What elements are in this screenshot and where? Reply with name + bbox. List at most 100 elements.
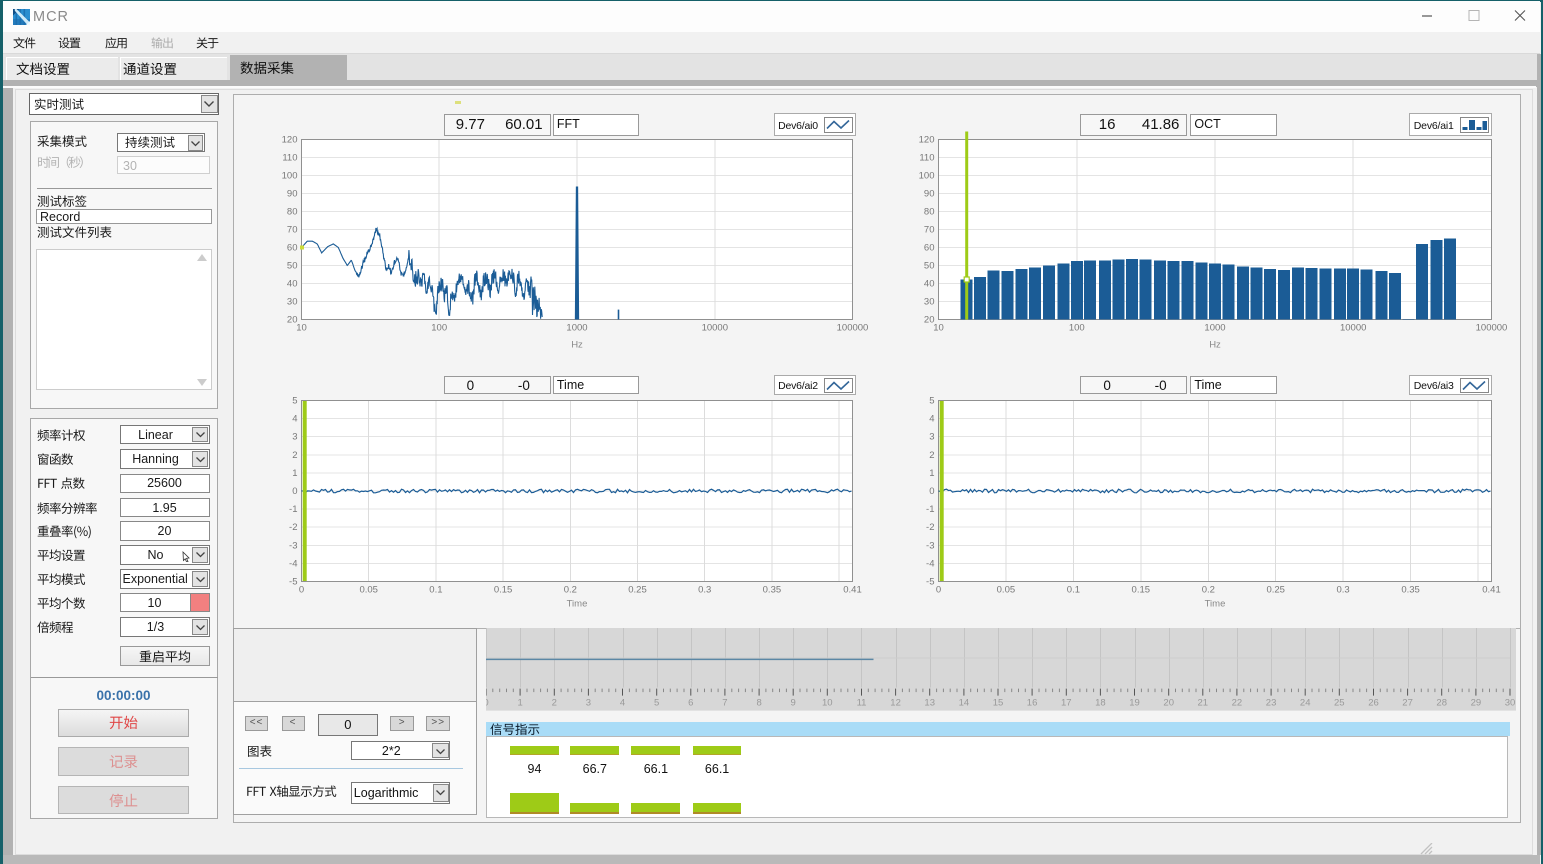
svg-text:21: 21 <box>1198 698 1209 709</box>
svg-text:0.2: 0.2 <box>1202 585 1215 596</box>
svg-text:11: 11 <box>857 698 867 709</box>
svg-text:100: 100 <box>431 323 447 334</box>
svg-text:Pa: Pa <box>271 484 274 496</box>
svg-text:5: 5 <box>654 698 659 709</box>
svg-text:Time: Time <box>1205 599 1226 610</box>
svg-text:dB: dB <box>908 224 911 236</box>
svg-text:4: 4 <box>929 414 934 425</box>
svg-text:30: 30 <box>287 297 298 308</box>
svg-text:0.2: 0.2 <box>564 585 577 596</box>
svg-text:0: 0 <box>936 585 941 596</box>
svg-text:0.41: 0.41 <box>843 585 862 596</box>
svg-text:0.35: 0.35 <box>763 585 782 596</box>
svg-text:10000: 10000 <box>1340 323 1366 334</box>
svg-text:19: 19 <box>1129 698 1140 709</box>
svg-text:-4: -4 <box>926 558 934 569</box>
svg-text:60: 60 <box>924 243 935 254</box>
svg-text:80: 80 <box>287 207 298 218</box>
svg-text:29: 29 <box>1471 698 1482 709</box>
svg-text:4: 4 <box>620 698 625 709</box>
svg-text:0.05: 0.05 <box>359 585 378 596</box>
svg-text:-1: -1 <box>926 504 934 515</box>
svg-text:16: 16 <box>1027 698 1038 709</box>
svg-text:15: 15 <box>993 698 1004 709</box>
svg-text:14: 14 <box>959 698 970 709</box>
svg-text:110: 110 <box>919 153 934 164</box>
svg-text:120: 120 <box>282 135 298 146</box>
svg-text:0.35: 0.35 <box>1401 585 1420 596</box>
svg-text:70: 70 <box>924 225 935 236</box>
svg-text:7: 7 <box>722 698 727 709</box>
svg-text:40: 40 <box>287 279 298 290</box>
svg-text:0: 0 <box>292 486 297 497</box>
svg-text:4: 4 <box>292 414 297 425</box>
svg-text:10: 10 <box>933 323 944 334</box>
svg-text:20: 20 <box>1163 698 1174 709</box>
svg-text:-4: -4 <box>289 558 297 569</box>
svg-text:0.25: 0.25 <box>1266 585 1285 596</box>
svg-text:2: 2 <box>292 450 297 461</box>
svg-text:1: 1 <box>517 698 522 709</box>
svg-text:8: 8 <box>756 698 761 709</box>
svg-text:Hz: Hz <box>1209 340 1221 351</box>
svg-text:25: 25 <box>1334 698 1345 709</box>
svg-text:50: 50 <box>287 261 298 272</box>
svg-text:30: 30 <box>924 297 935 308</box>
svg-text:0.1: 0.1 <box>1067 585 1080 596</box>
svg-text:2: 2 <box>929 450 934 461</box>
svg-text:3: 3 <box>586 698 591 709</box>
svg-text:0.05: 0.05 <box>997 585 1016 596</box>
svg-text:-2: -2 <box>926 522 934 533</box>
svg-text:0: 0 <box>929 486 934 497</box>
svg-text:Pa: Pa <box>908 484 911 496</box>
svg-text:60: 60 <box>287 243 298 254</box>
svg-text:3: 3 <box>292 432 297 443</box>
svg-text:1000: 1000 <box>566 323 587 334</box>
svg-text:Time: Time <box>567 599 588 610</box>
svg-text:70: 70 <box>287 225 298 236</box>
svg-text:30: 30 <box>1505 698 1516 709</box>
svg-text:10: 10 <box>822 698 833 709</box>
svg-text:0.3: 0.3 <box>1336 585 1349 596</box>
svg-text:26: 26 <box>1368 698 1379 709</box>
svg-text:100: 100 <box>282 171 298 182</box>
svg-text:5: 5 <box>929 396 934 407</box>
svg-text:22: 22 <box>1232 698 1243 709</box>
svg-text:80: 80 <box>924 207 935 218</box>
svg-text:0.25: 0.25 <box>628 585 647 596</box>
svg-text:9: 9 <box>791 698 796 709</box>
svg-text:10000: 10000 <box>702 323 728 334</box>
svg-text:0.41: 0.41 <box>1482 585 1501 596</box>
svg-text:12: 12 <box>890 698 901 709</box>
svg-text:6: 6 <box>688 698 693 709</box>
svg-text:-2: -2 <box>289 522 297 533</box>
svg-text:50: 50 <box>924 261 935 272</box>
svg-text:3: 3 <box>929 432 934 443</box>
svg-text:100: 100 <box>1069 323 1085 334</box>
svg-text:0.15: 0.15 <box>1132 585 1151 596</box>
svg-text:1000: 1000 <box>1204 323 1225 334</box>
svg-text:-1: -1 <box>289 504 297 515</box>
svg-text:110: 110 <box>282 153 297 164</box>
svg-text:dB: dB <box>271 224 274 236</box>
svg-text:90: 90 <box>287 189 298 200</box>
svg-text:0: 0 <box>486 698 489 709</box>
svg-text:-3: -3 <box>926 540 934 551</box>
svg-text:2: 2 <box>552 698 557 709</box>
svg-text:-3: -3 <box>289 540 297 551</box>
svg-text:5: 5 <box>292 396 297 407</box>
svg-text:100: 100 <box>919 171 935 182</box>
svg-text:100000: 100000 <box>1476 323 1508 334</box>
svg-text:23: 23 <box>1266 698 1277 709</box>
svg-text:90: 90 <box>924 189 935 200</box>
svg-text:24: 24 <box>1300 698 1311 709</box>
svg-text:-5: -5 <box>926 577 934 588</box>
svg-text:0.15: 0.15 <box>494 585 512 596</box>
svg-text:0.1: 0.1 <box>429 585 442 596</box>
svg-text:0.3: 0.3 <box>698 585 711 596</box>
svg-text:1: 1 <box>292 468 297 479</box>
svg-text:Hz: Hz <box>571 340 583 351</box>
svg-text:-5: -5 <box>289 577 297 588</box>
svg-text:10: 10 <box>296 323 307 334</box>
svg-text:27: 27 <box>1402 698 1413 709</box>
